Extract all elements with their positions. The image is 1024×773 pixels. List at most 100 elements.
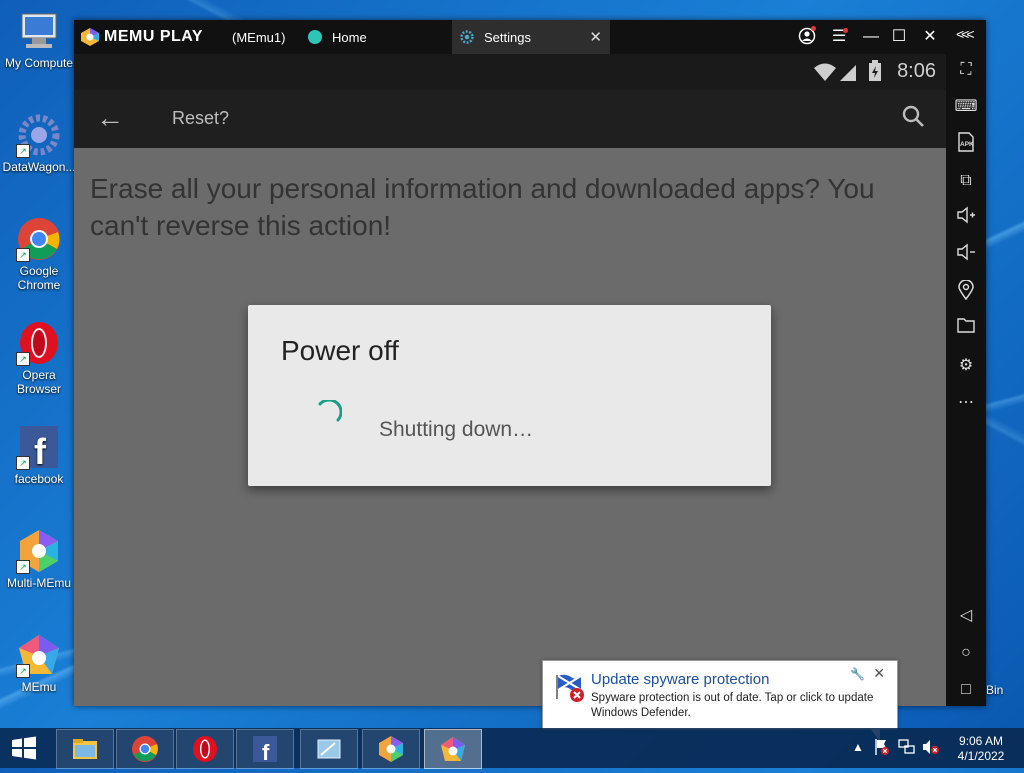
svg-text:f: f <box>34 431 47 470</box>
desktop-icon-google-chrome[interactable]: ↗ Google Chrome <box>0 216 78 292</box>
taskbar-opera[interactable] <box>176 729 234 769</box>
chrome-icon <box>132 736 158 762</box>
desktop-icon-multi-memu[interactable]: ↗ Multi-MEmu <box>0 528 78 590</box>
defender-flag-icon <box>556 674 584 702</box>
brand-name: MEMU PLAY <box>104 28 204 45</box>
loading-spinner-icon <box>318 400 342 422</box>
notification-title: Update spyware protection <box>591 671 770 688</box>
taskbar-memu[interactable] <box>424 729 482 769</box>
computer-icon <box>16 8 62 54</box>
taskbar-file-explorer[interactable] <box>56 729 114 769</box>
recycle-bin-label[interactable]: Bin <box>986 683 1003 697</box>
tab-home[interactable]: Home <box>300 20 450 54</box>
account-icon[interactable] <box>796 26 818 47</box>
android-screen: 8:06 ← Reset? Erase all your personal in… <box>74 54 946 706</box>
settings-app-bar: ← Reset? <box>74 90 946 148</box>
shortcut-arrow-icon: ↗ <box>16 664 30 678</box>
keyboard-icon[interactable]: ⌨ <box>954 95 978 119</box>
desktop-icon-label: MEmu <box>21 680 57 694</box>
desktop-icon-my-computer[interactable]: My Compute <box>0 8 78 70</box>
svg-text:f: f <box>262 740 270 763</box>
svg-text:APK: APK <box>960 141 974 148</box>
facebook-icon: f ↗ <box>16 424 62 472</box>
android-home-icon[interactable]: ○ <box>954 641 978 665</box>
shortcut-arrow-icon: ↗ <box>16 248 30 262</box>
settings-icon[interactable]: ⚙ <box>954 354 978 378</box>
emulator-sidebar: ⛶ ⌨ APK ⧉ ⚙ ⋯ ◁ ○ □ <box>946 54 986 706</box>
settings-gear-icon <box>460 30 474 44</box>
search-icon[interactable] <box>902 105 924 127</box>
system-clock[interactable]: 9:06 AM 4/1/2022 <box>948 734 1014 764</box>
wifi-signal-icon <box>814 63 856 81</box>
shortcut-arrow-icon: ↗ <box>16 560 30 574</box>
close-tab-icon[interactable]: ✕ <box>589 28 602 46</box>
page-title: Reset? <box>172 108 230 128</box>
tab-label: Home <box>332 30 367 45</box>
show-hidden-icons-icon[interactable]: ▲ <box>852 740 864 754</box>
taskbar-facebook[interactable]: f <box>236 729 294 769</box>
android-clock: 8:06 <box>897 60 936 82</box>
android-status-bar: 8:06 <box>74 54 946 90</box>
memu-logo-icon <box>81 28 99 46</box>
memu-icon <box>441 737 465 761</box>
multi-memu-icon <box>379 736 403 762</box>
taskbar-multi-memu[interactable] <box>362 729 420 769</box>
menu-icon[interactable]: ☰ <box>828 27 850 47</box>
close-window-icon[interactable]: ✕ <box>919 27 941 47</box>
desktop-icon-facebook[interactable]: f ↗ facebook <box>0 424 78 486</box>
power-off-dialog: Power off Shutting down… <box>248 305 771 486</box>
opera-icon: ↗ <box>16 320 62 366</box>
desktop-icon-label: Google Chrome <box>17 264 61 292</box>
memu-window: MEMU PLAY (MEmu1) Home Settings ✕ ☰ — ☐ … <box>74 20 986 706</box>
clock-date: 4/1/2022 <box>957 749 1005 763</box>
volume-muted-icon[interactable] <box>922 738 940 759</box>
maximize-icon[interactable]: ☐ <box>888 27 910 47</box>
gear-icon: ↗ <box>16 112 62 158</box>
folder-icon[interactable] <box>954 317 978 341</box>
volume-down-icon[interactable] <box>954 243 978 267</box>
pin-icon[interactable]: 🔧 <box>850 667 865 681</box>
taskbar: f ▲ 9:06 AM 4/1/2022 <box>0 728 1024 769</box>
more-options-icon[interactable]: ⋯ <box>954 391 978 415</box>
notification-body: Spyware protection is out of date. Tap o… <box>591 692 874 719</box>
folder-icon <box>73 739 97 759</box>
instance-name: (MEmu1) <box>232 30 286 45</box>
action-center-flag-icon[interactable] <box>874 738 890 759</box>
dialog-message: Shutting down… <box>379 418 534 441</box>
network-icon[interactable] <box>898 738 916 759</box>
fullscreen-icon[interactable]: ⛶ <box>954 58 978 82</box>
tab-settings[interactable]: Settings ✕ <box>452 20 610 54</box>
taskbar-app[interactable] <box>300 729 358 769</box>
desktop-icon-label: DataWagon... <box>2 160 76 174</box>
defender-notification[interactable]: Update spyware protection Spyware protec… <box>542 660 898 730</box>
taskbar-chrome[interactable] <box>116 729 174 769</box>
battery-icon <box>869 60 881 81</box>
windows-logo-icon <box>12 736 36 760</box>
desktop-icon-label: My Compute <box>4 56 74 70</box>
home-app-icon <box>308 30 322 44</box>
shortcut-arrow-icon: ↗ <box>16 456 30 470</box>
multi-window-icon[interactable]: ⧉ <box>954 169 978 193</box>
desktop-icon-memu[interactable]: ↗ MEmu <box>0 632 78 694</box>
chrome-icon: ↗ <box>16 216 62 262</box>
opera-icon <box>193 736 217 762</box>
start-button[interactable] <box>0 728 48 768</box>
back-arrow-icon[interactable]: ← <box>96 102 124 134</box>
close-notification-icon[interactable]: ✕ <box>873 665 885 682</box>
minimize-icon[interactable]: — <box>860 27 882 47</box>
android-recents-icon[interactable]: □ <box>954 678 978 702</box>
android-back-icon[interactable]: ◁ <box>954 604 978 628</box>
dialog-title: Power off <box>281 335 399 366</box>
shortcut-arrow-icon: ↗ <box>16 144 30 158</box>
apk-install-icon[interactable]: APK <box>954 132 978 156</box>
location-icon[interactable] <box>954 279 978 304</box>
desktop-icon-label: facebook <box>14 472 64 486</box>
desktop-icon-opera[interactable]: ↗ Opera Browser <box>0 320 78 396</box>
volume-up-icon[interactable] <box>954 206 978 230</box>
titlebar: MEMU PLAY (MEmu1) Home Settings ✕ ☰ — ☐ … <box>74 20 986 54</box>
desktop-icon-datawagon[interactable]: ↗ DataWagon... <box>0 112 78 174</box>
collapse-sidebar-icon[interactable]: <<< <box>956 26 974 42</box>
app-window-icon <box>317 739 341 759</box>
desktop-icon-label: Opera Browser <box>16 368 61 396</box>
erase-warning-text: Erase all your personal information and … <box>90 173 875 241</box>
